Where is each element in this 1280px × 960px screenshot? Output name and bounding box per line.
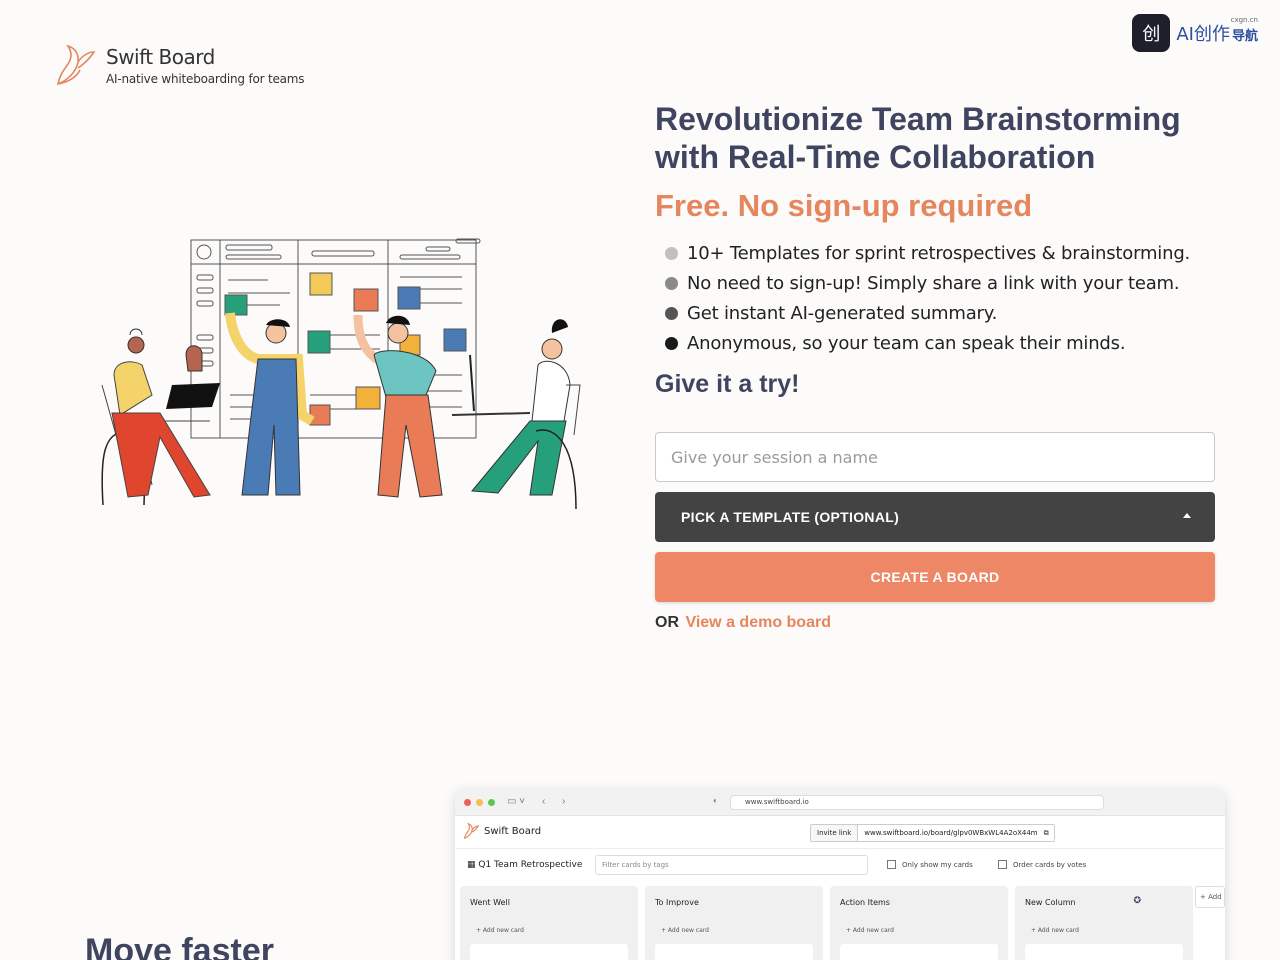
- or-label: OR: [655, 614, 679, 631]
- bullet-dot-icon: [665, 246, 678, 260]
- feature-text: 10+ Templates for sprint retrospectives …: [687, 242, 1191, 264]
- sidebar-toggle-icon: ▭ ˅: [507, 796, 526, 807]
- brand-name: Swift Board: [106, 45, 215, 69]
- close-dot-icon: [464, 799, 471, 806]
- column-title: New Column: [1025, 898, 1076, 907]
- hero-section: Revolutionize Team Brainstorming with Re…: [655, 100, 1215, 399]
- try-heading: Give it a try!: [655, 370, 800, 398]
- caret-up-icon: [1183, 513, 1191, 518]
- team-collaboration-illustration: [90, 225, 590, 525]
- board-title: ▦ Q1 Team Retrospective: [467, 860, 583, 870]
- create-board-button[interactable]: CREATE A BOARD: [655, 552, 1215, 602]
- preview-app-name: Swift Board: [484, 826, 542, 837]
- add-card-label: + Add new card: [661, 927, 709, 934]
- hero-title: Revolutionize Team Brainstorming with Re…: [655, 101, 1181, 175]
- ai-badge-label: AI创作: [1176, 24, 1230, 45]
- forward-arrow-icon: ›: [562, 796, 566, 807]
- session-name-input[interactable]: [655, 432, 1215, 482]
- add-card-label: + Add new card: [846, 927, 894, 934]
- bullet-dot-icon: [665, 336, 678, 350]
- feature-list: 10+ Templates for sprint retrospectives …: [655, 238, 1215, 358]
- copy-icon: ⧉: [1043, 828, 1049, 837]
- feature-text: Anonymous, so your team can speak their …: [687, 332, 1126, 354]
- app-preview-screenshot: ▭ ˅ ‹ › ◐ www.swiftboard.io Swift Board …: [455, 790, 1225, 960]
- feature-item: Anonymous, so your team can speak their …: [655, 328, 1215, 358]
- feature-text: No need to sign-up! Simply share a link …: [687, 272, 1180, 294]
- bullet-dot-icon: [665, 276, 678, 290]
- order-votes-checkbox: Order cards by votes: [998, 860, 1086, 869]
- brand-tagline: AI-native whiteboarding for teams: [106, 72, 305, 86]
- demo-link-line: OR View a demo board: [655, 614, 831, 632]
- feature-item: No need to sign-up! Simply share a link …: [655, 268, 1215, 298]
- board-column: Went Well + Add new card: [460, 886, 638, 960]
- view-demo-board-link[interactable]: View a demo board: [685, 614, 831, 631]
- feature-text: Get instant AI-generated summary.: [687, 302, 998, 324]
- invite-label: Invite link: [811, 825, 859, 841]
- maximize-dot-icon: [488, 799, 495, 806]
- board-column: To Improve + Add new card: [645, 886, 823, 960]
- board-title-text: Q1 Team Retrospective: [478, 860, 583, 870]
- minimize-dot-icon: [476, 799, 483, 806]
- board-column: Action Items + Add new card: [830, 886, 1008, 960]
- shield-icon: ◐: [713, 796, 718, 805]
- invite-url: www.swiftboard.io/board/glpv0WBxWL4A2oX4…: [864, 829, 1038, 837]
- pick-template-label: PICK A TEMPLATE (OPTIONAL): [681, 509, 900, 525]
- add-column-button: + Add: [1195, 886, 1225, 908]
- tag-filter: Filter cards by tags: [595, 855, 868, 875]
- ai-nav-badge[interactable]: 创 AI创作 导航 cxgn.cn: [1132, 14, 1258, 52]
- preview-board-toolbar: ▦ Q1 Team Retrospective Filter cards by …: [455, 849, 1225, 881]
- preview-app-header: Swift Board Invite link www.swiftboard.i…: [455, 816, 1225, 849]
- invite-link-box: Invite link www.swiftboard.io/board/glpv…: [810, 824, 1055, 842]
- feature-item: Get instant AI-generated summary.: [655, 298, 1215, 328]
- checkbox-label: Only show my cards: [902, 860, 973, 869]
- browser-toolbar: ▭ ˅ ‹ › ◐ www.swiftboard.io: [455, 790, 1225, 816]
- bird-logo-icon: [56, 44, 96, 86]
- column-title: To Improve: [655, 898, 699, 907]
- bullet-dot-icon: [665, 306, 678, 320]
- ai-badge-text: AI创作 导航 cxgn.cn: [1176, 16, 1258, 46]
- checkbox-label: Order cards by votes: [1013, 860, 1087, 869]
- ai-badge-sup: cxgn.cn: [1230, 16, 1258, 24]
- add-card-label: + Add new card: [476, 927, 524, 934]
- palette-icon: ✪: [1133, 896, 1141, 906]
- add-card-label: + Add new card: [1031, 927, 1079, 934]
- bird-logo-icon: [463, 823, 479, 839]
- board-columns: Went Well + Add new card To Improve + Ad…: [455, 881, 1225, 960]
- browser-url-bar: www.swiftboard.io: [730, 795, 1104, 810]
- board-column: New Column + Add new card ✪: [1015, 886, 1193, 960]
- pick-template-dropdown[interactable]: PICK A TEMPLATE (OPTIONAL): [655, 492, 1215, 542]
- hero-free-tagline: Free. No sign-up required: [655, 188, 1033, 223]
- feature-item: 10+ Templates for sprint retrospectives …: [655, 238, 1215, 268]
- only-my-cards-checkbox: Only show my cards: [887, 860, 973, 869]
- ai-badge-icon: 创: [1132, 14, 1171, 52]
- back-arrow-icon: ‹: [542, 796, 546, 807]
- section-heading: Move faster: [85, 932, 274, 960]
- column-title: Went Well: [470, 898, 510, 907]
- ai-badge-sub: 导航: [1231, 29, 1258, 44]
- brand-logo[interactable]: Swift Board AI-native whiteboarding for …: [54, 44, 305, 86]
- column-title: Action Items: [840, 898, 890, 907]
